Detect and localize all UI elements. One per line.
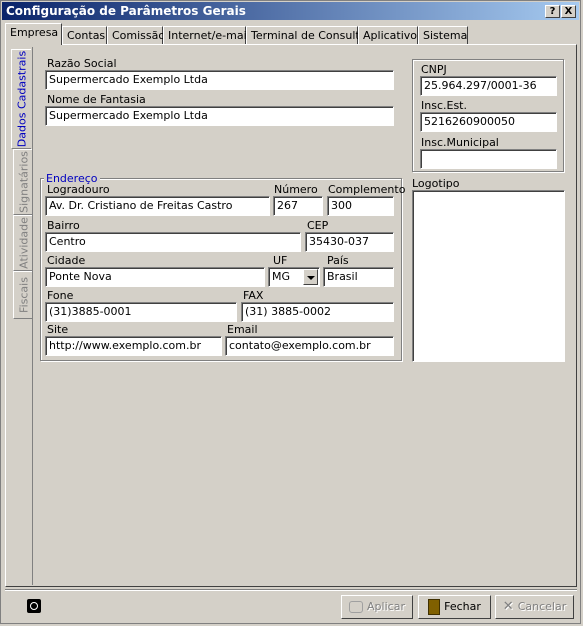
aplicar-button[interactable]: Aplicar [341, 595, 413, 619]
window-title: Configuração de Parâmetros Gerais [6, 4, 246, 18]
aplicar-label: Aplicar [367, 600, 405, 613]
bairro-label: Bairro [47, 219, 80, 232]
nome-fantasia-input[interactable]: Supermercado Exemplo Ltda [45, 106, 394, 126]
insc-est-label: Insc.Est. [421, 99, 467, 112]
logotipo-image-box[interactable] [412, 190, 565, 362]
cidade-input[interactable]: Ponte Nova [45, 267, 265, 287]
cidade-label: Cidade [47, 254, 86, 267]
insc-municipal-input[interactable] [420, 149, 557, 169]
insc-municipal-label: Insc.Municipal [421, 136, 499, 149]
cancel-x-icon: ✕ [502, 599, 514, 614]
apply-icon [349, 601, 364, 613]
cep-input[interactable]: 35430-037 [305, 232, 394, 252]
complemento-label: Complemento [328, 183, 406, 196]
cep-label: CEP [307, 219, 329, 232]
close-button[interactable]: X [561, 5, 576, 18]
fechar-button[interactable]: Fechar [418, 595, 491, 619]
side-tab-label: Signatários [17, 151, 30, 213]
tab-sistema[interactable]: Sistema [418, 26, 468, 44]
help-button[interactable]: ? [545, 5, 560, 18]
side-tab-label: Fiscais [17, 277, 30, 313]
tab-comissao[interactable]: Comissão [107, 26, 165, 44]
door-icon [428, 599, 441, 615]
side-tab-signatarios[interactable]: Signatários [13, 149, 33, 215]
clock-icon[interactable] [27, 599, 41, 613]
pais-input[interactable]: Brasil [323, 267, 394, 287]
fax-input[interactable]: (31) 3885-0002 [241, 302, 394, 322]
uf-value: MG [272, 270, 291, 283]
tab-aplicativo[interactable]: Aplicativo [358, 26, 418, 44]
tab-empresa[interactable]: Empresa [5, 23, 62, 45]
numero-input[interactable]: 267 [273, 196, 323, 216]
fone-label: Fone [47, 289, 74, 302]
razao-social-label: Razão Social [47, 57, 117, 70]
insc-est-input[interactable]: 5216260900050 [420, 112, 557, 132]
tab-contas[interactable]: Contas [62, 26, 107, 44]
side-tab-dados-cadastrais[interactable]: Dados Cadastrais [11, 49, 31, 149]
email-input[interactable]: contato@exemplo.com.br [225, 336, 394, 356]
tab-terminal-consulta[interactable]: Terminal de Consulta [246, 26, 366, 44]
chevron-down-icon[interactable] [303, 269, 318, 285]
title-bar[interactable]: Configuração de Parâmetros Gerais ? X [2, 2, 579, 20]
cnpj-label: CNPJ [421, 63, 447, 76]
logradouro-input[interactable]: Av. Dr. Cristiano de Freitas Castro [45, 196, 270, 216]
site-input[interactable]: http://www.exemplo.com.br [45, 336, 222, 356]
side-tab-fiscais[interactable]: Fiscais [13, 271, 33, 319]
side-tab-divider [32, 47, 33, 585]
site-label: Site [47, 323, 69, 336]
complemento-input[interactable]: 300 [327, 196, 394, 216]
uf-select[interactable]: MG [268, 267, 320, 287]
pais-label: País [327, 254, 349, 267]
fone-input[interactable]: (31)3885-0001 [45, 302, 237, 322]
fechar-label: Fechar [444, 600, 481, 613]
email-label: Email [227, 323, 258, 336]
cnpj-input[interactable]: 25.964.297/0001-36 [420, 76, 557, 96]
fax-label: FAX [243, 289, 264, 302]
tab-internet-email[interactable]: Internet/e-mail [163, 26, 250, 44]
razao-social-input[interactable]: Supermercado Exemplo Ltda [45, 70, 394, 90]
logotipo-label: Logotipo [412, 177, 460, 190]
cancelar-button[interactable]: ✕ Cancelar [495, 595, 574, 619]
logradouro-label: Logradouro [47, 183, 110, 196]
bottom-divider [5, 589, 577, 591]
side-tab-atividade[interactable]: Atividade [13, 215, 33, 271]
side-tab-label: Atividade [17, 217, 30, 269]
numero-label: Número [274, 183, 318, 196]
bairro-input[interactable]: Centro [45, 232, 301, 252]
nome-fantasia-label: Nome de Fantasia [47, 93, 146, 106]
cancelar-label: Cancelar [517, 600, 567, 613]
uf-label: UF [273, 254, 288, 267]
dialog-window: Configuração de Parâmetros Gerais ? X Em… [0, 0, 581, 624]
side-tab-label: Dados Cadastrais [15, 50, 28, 148]
